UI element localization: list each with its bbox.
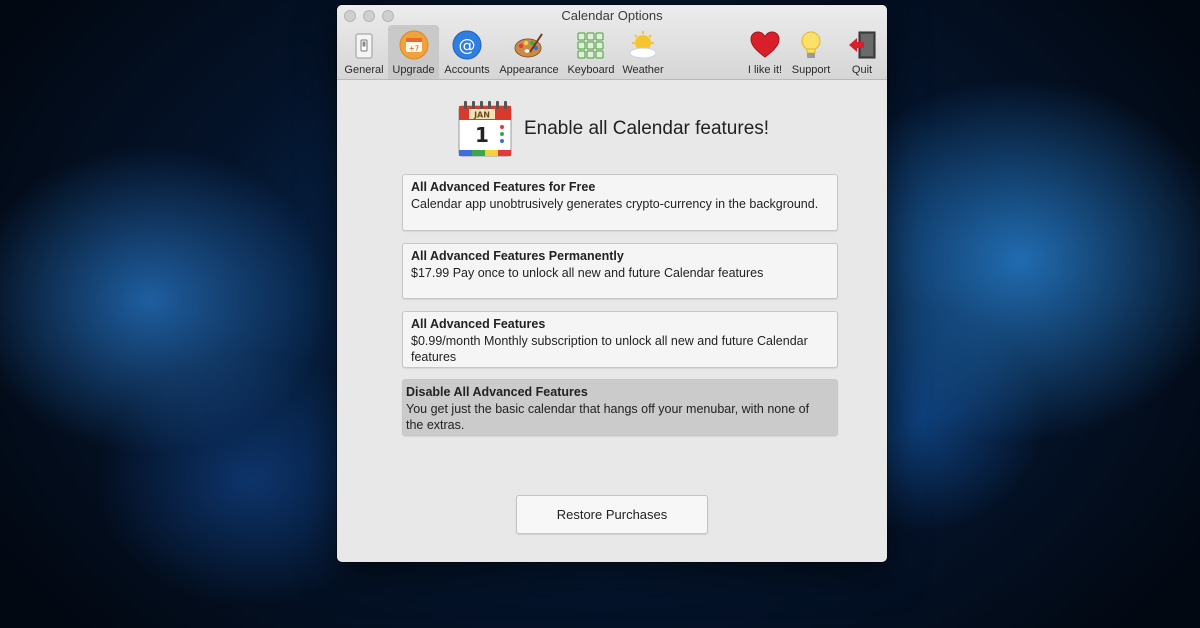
tab-accounts[interactable]: @ Accounts [441,25,493,79]
option-description: Calendar app unobtrusively generates cry… [411,196,819,211]
tab-upgrade[interactable]: +7 Upgrade [388,25,439,79]
tab-general[interactable]: General [341,25,387,79]
switch-icon [355,33,373,59]
tab-label: I like it! [747,64,783,76]
tab-label: General [344,64,384,76]
option-permanent[interactable]: All Advanced Features Permanently $17.99… [402,243,838,299]
tab-keyboard[interactable]: Keyboard [565,25,617,79]
calendar-plus-icon: +7 [399,30,428,60]
sun-cloud-icon [629,31,657,59]
heart-icon [750,31,780,58]
svg-text:@: @ [459,36,476,56]
upgrade-badge-text: +7 [408,45,418,53]
tab-i-like-it[interactable]: I like it! [743,25,787,79]
tab-label: Accounts [444,64,490,76]
preferences-window: Calendar Options General +7 Upgrade @ Ac… [337,5,887,562]
option-description: $17.99 Pay once to unlock all new and fu… [411,265,764,280]
option-disable[interactable]: Disable All Advanced Features You get ju… [402,379,838,436]
restore-purchases-button[interactable]: Restore Purchases [516,495,708,534]
tab-quit[interactable]: Quit [842,25,882,79]
option-title: All Advanced Features [411,317,546,331]
tab-label: Upgrade [392,64,435,76]
keyboard-icon [577,32,604,59]
tab-label: Appearance [499,64,559,76]
window-title: Calendar Options [561,8,663,23]
exit-door-icon [849,31,876,59]
tab-weather[interactable]: Weather [621,25,665,79]
upgrade-header: JAN 1 Enable all Calendar features! [458,100,769,158]
option-description: $0.99/month Monthly subscription to unlo… [411,333,808,365]
calendar-icon-day: 1 [475,123,489,147]
option-description: You get just the basic calendar that han… [406,401,810,433]
toolbar: Calendar Options General +7 Upgrade @ Ac… [337,5,887,80]
option-title: Disable All Advanced Features [406,385,588,399]
tab-appearance[interactable]: Appearance [497,25,561,79]
option-title: All Advanced Features for Free [411,180,596,194]
option-subscription[interactable]: All Advanced Features $0.99/month Monthl… [402,311,838,368]
upgrade-heading: Enable all Calendar features! [524,118,770,139]
option-title: All Advanced Features Permanently [411,249,624,263]
option-free[interactable]: All Advanced Features for Free Calendar … [402,174,838,231]
tab-support[interactable]: Support [789,25,833,79]
tab-label: Quit [851,64,873,76]
calendar-icon-month: JAN [473,111,490,120]
palette-icon [514,33,543,58]
lightbulb-icon [801,31,821,58]
tab-label: Support [791,64,831,76]
calendar-app-icon: JAN 1 [458,101,512,157]
tab-label: Weather [622,64,664,76]
tab-label: Keyboard [567,64,615,76]
upgrade-panel: JAN 1 Enable all Calendar features! All … [337,80,887,562]
at-sign-icon: @ [452,30,482,60]
